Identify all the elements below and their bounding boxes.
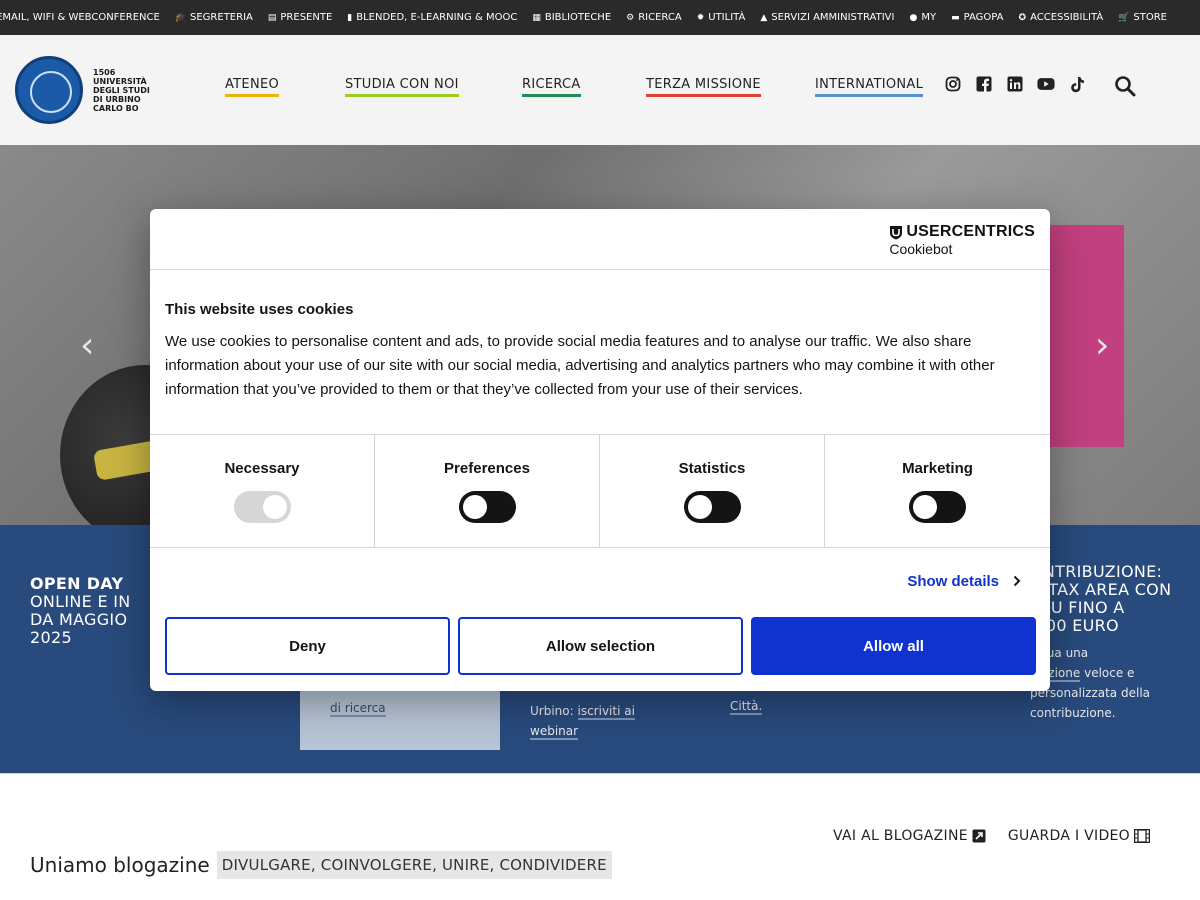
marketing-toggle[interactable] xyxy=(909,491,966,523)
cookie-overlay: USERCENTRICS Cookiebot This website uses… xyxy=(0,0,1200,900)
usercentrics-shield-icon xyxy=(890,225,903,239)
category-marketing: Marketing xyxy=(825,435,1050,547)
chevron-right-icon xyxy=(1013,574,1021,590)
cookie-consent-dialog: USERCENTRICS Cookiebot This website uses… xyxy=(150,209,1050,691)
cookie-dialog-header: USERCENTRICS Cookiebot xyxy=(150,209,1050,270)
consent-categories: Necessary Preferences Statistics Marketi… xyxy=(150,434,1050,548)
cookiebot-logo: USERCENTRICS Cookiebot xyxy=(889,223,1035,257)
show-details-link[interactable]: Show details xyxy=(907,573,1021,590)
category-necessary: Necessary xyxy=(150,435,375,547)
preferences-toggle[interactable] xyxy=(458,491,516,523)
allow-selection-button[interactable]: Allow selection xyxy=(458,617,743,675)
necessary-toggle xyxy=(233,491,291,523)
cookie-dialog-body: This website uses cookies We use cookies… xyxy=(150,270,1050,434)
category-statistics: Statistics xyxy=(600,435,825,547)
cookie-heading: This website uses cookies xyxy=(165,301,354,318)
statistics-toggle[interactable] xyxy=(683,491,741,523)
allow-all-button[interactable]: Allow all xyxy=(751,617,1036,675)
category-preferences: Preferences xyxy=(375,435,600,547)
consent-buttons: Deny Allow selection Allow all xyxy=(165,617,1036,675)
toggle-knob xyxy=(913,495,937,519)
toggle-knob xyxy=(687,495,712,519)
toggle-knob xyxy=(462,495,487,519)
toggle-knob xyxy=(262,495,287,519)
cookie-description: We use cookies to personalise content an… xyxy=(165,333,995,398)
deny-button[interactable]: Deny xyxy=(165,617,450,675)
